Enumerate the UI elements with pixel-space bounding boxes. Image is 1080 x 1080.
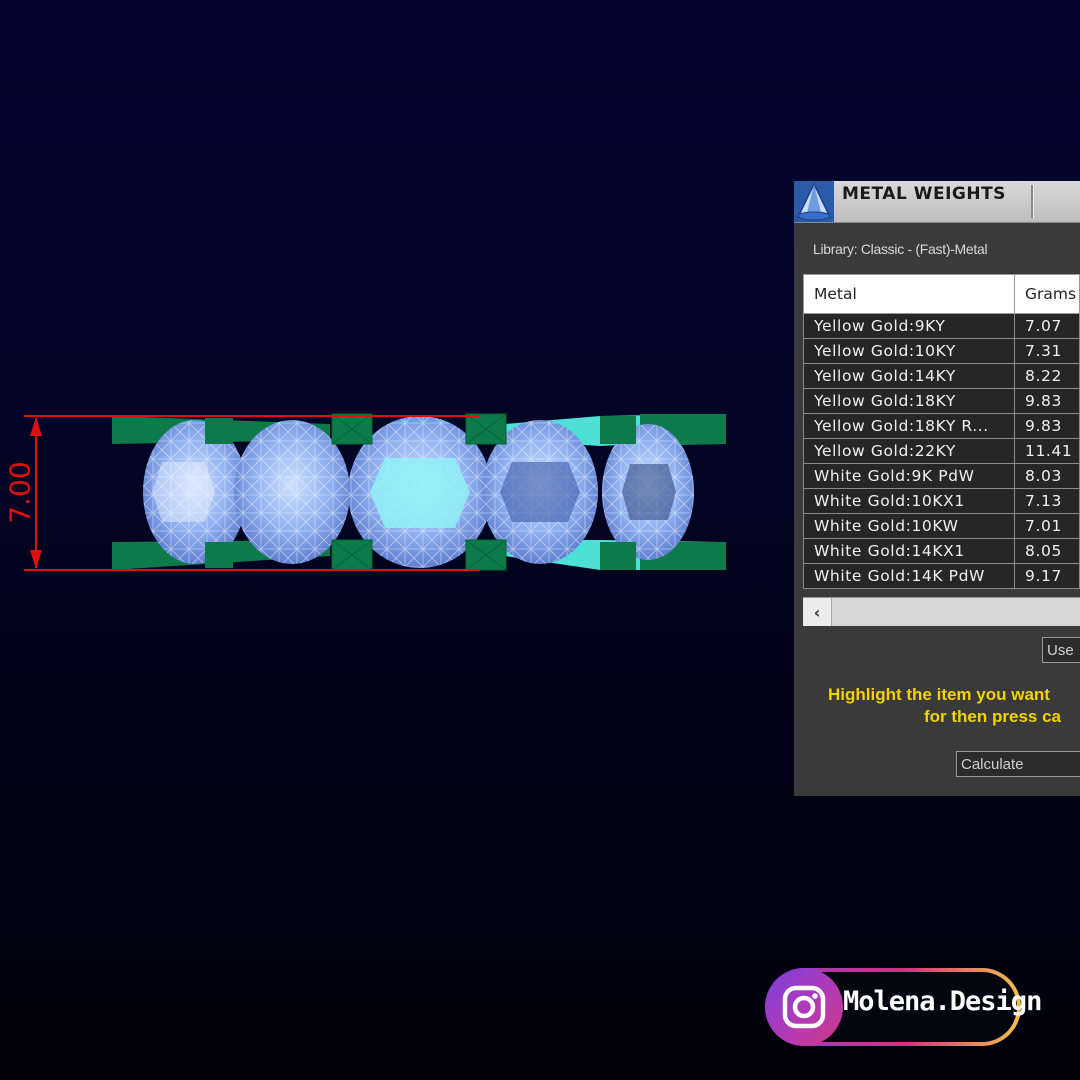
table-row[interactable]: White Gold:9K PdW 8.03 (803, 463, 1080, 489)
grams-cell: 9.83 (1014, 413, 1080, 439)
metal-cell: White Gold:14KX1 (803, 538, 1015, 564)
instagram-badge[interactable]: Molena.Design (765, 968, 1042, 1046)
instruction-line-2: for then press ca (924, 707, 1061, 726)
metal-cell: White Gold:10KX1 (803, 488, 1015, 514)
instruction-text: Highlight the item you want for then pre… (828, 684, 1080, 728)
table-header-row: Metal Grams (803, 274, 1080, 314)
table-row[interactable]: White Gold:10KX1 7.13 (803, 488, 1080, 514)
scroll-left-arrow-icon[interactable]: ‹ (803, 598, 832, 626)
metal-cell: Yellow Gold:18KY (803, 388, 1015, 414)
badge-icon-circle (765, 968, 843, 1046)
table-row[interactable]: White Gold:14K PdW 9.17 (803, 563, 1080, 589)
instagram-icon (782, 985, 826, 1029)
metal-cell: White Gold:14K PdW (803, 563, 1015, 589)
grams-cell: 9.83 (1014, 388, 1080, 414)
instruction-line-1: Highlight the item you want (828, 685, 1050, 704)
grams-cell: 8.05 (1014, 538, 1080, 564)
panel-title: METAL WEIGHTS (842, 184, 1006, 204)
panel-header: METAL WEIGHTS (794, 181, 1080, 223)
ring-render-viewport[interactable] (0, 380, 760, 610)
grams-cell: 7.07 (1014, 313, 1080, 339)
grams-cell: 8.03 (1014, 463, 1080, 489)
calculate-select[interactable]: Calculate (956, 751, 1080, 777)
grams-cell: 11.41 (1014, 438, 1080, 464)
table-row[interactable]: Yellow Gold:22KY 11.41 (803, 438, 1080, 464)
horizontal-scrollbar[interactable]: ‹ (803, 597, 1080, 626)
column-header-grams[interactable]: Grams (1014, 274, 1080, 314)
metal-cell: Yellow Gold:9KY (803, 313, 1015, 339)
table-row[interactable]: Yellow Gold:10KY 7.31 (803, 338, 1080, 364)
header-divider (1031, 185, 1034, 218)
grams-cell: 7.31 (1014, 338, 1080, 364)
column-header-metal[interactable]: Metal (803, 274, 1015, 314)
dimension-value: 7.00 (3, 460, 37, 524)
metal-cell: Yellow Gold:10KY (803, 338, 1015, 364)
table-row[interactable]: Yellow Gold:9KY 7.07 (803, 313, 1080, 339)
metal-weights-table: Metal Grams Yellow Gold:9KY 7.07 Yellow Go… (803, 274, 1080, 589)
metal-cell: Yellow Gold:18KY R... (803, 413, 1015, 439)
library-label: Library: Classic - (Fast)-Metal (813, 241, 988, 257)
badge-handle: Molena.Design (843, 986, 1042, 1017)
metal-cell: White Gold:10KW (803, 513, 1015, 539)
metal-cell: White Gold:9K PdW (803, 463, 1015, 489)
table-row[interactable]: White Gold:10KW 7.01 (803, 513, 1080, 539)
grams-cell: 7.01 (1014, 513, 1080, 539)
table-row[interactable]: Yellow Gold:18KY R... 9.83 (803, 413, 1080, 439)
metal-cell: Yellow Gold:22KY (803, 438, 1015, 464)
use-button[interactable]: Use (1042, 637, 1080, 663)
table-row[interactable]: Yellow Gold:14KY 8.22 (803, 363, 1080, 389)
ring-render (24, 413, 726, 571)
dimension-label: 7.00 (2, 456, 38, 528)
metal-weights-panel: METAL WEIGHTS Library: Classic - (Fast)-… (794, 181, 1080, 796)
gem-app-icon (794, 181, 834, 222)
table-row[interactable]: Yellow Gold:18KY 9.83 (803, 388, 1080, 414)
metal-cell: Yellow Gold:14KY (803, 363, 1015, 389)
grams-cell: 9.17 (1014, 563, 1080, 589)
table-row[interactable]: White Gold:14KX1 8.05 (803, 538, 1080, 564)
grams-cell: 7.13 (1014, 488, 1080, 514)
table-body: Yellow Gold:9KY 7.07 Yellow Gold:10KY 7.31 Y… (803, 313, 1080, 589)
grams-cell: 8.22 (1014, 363, 1080, 389)
